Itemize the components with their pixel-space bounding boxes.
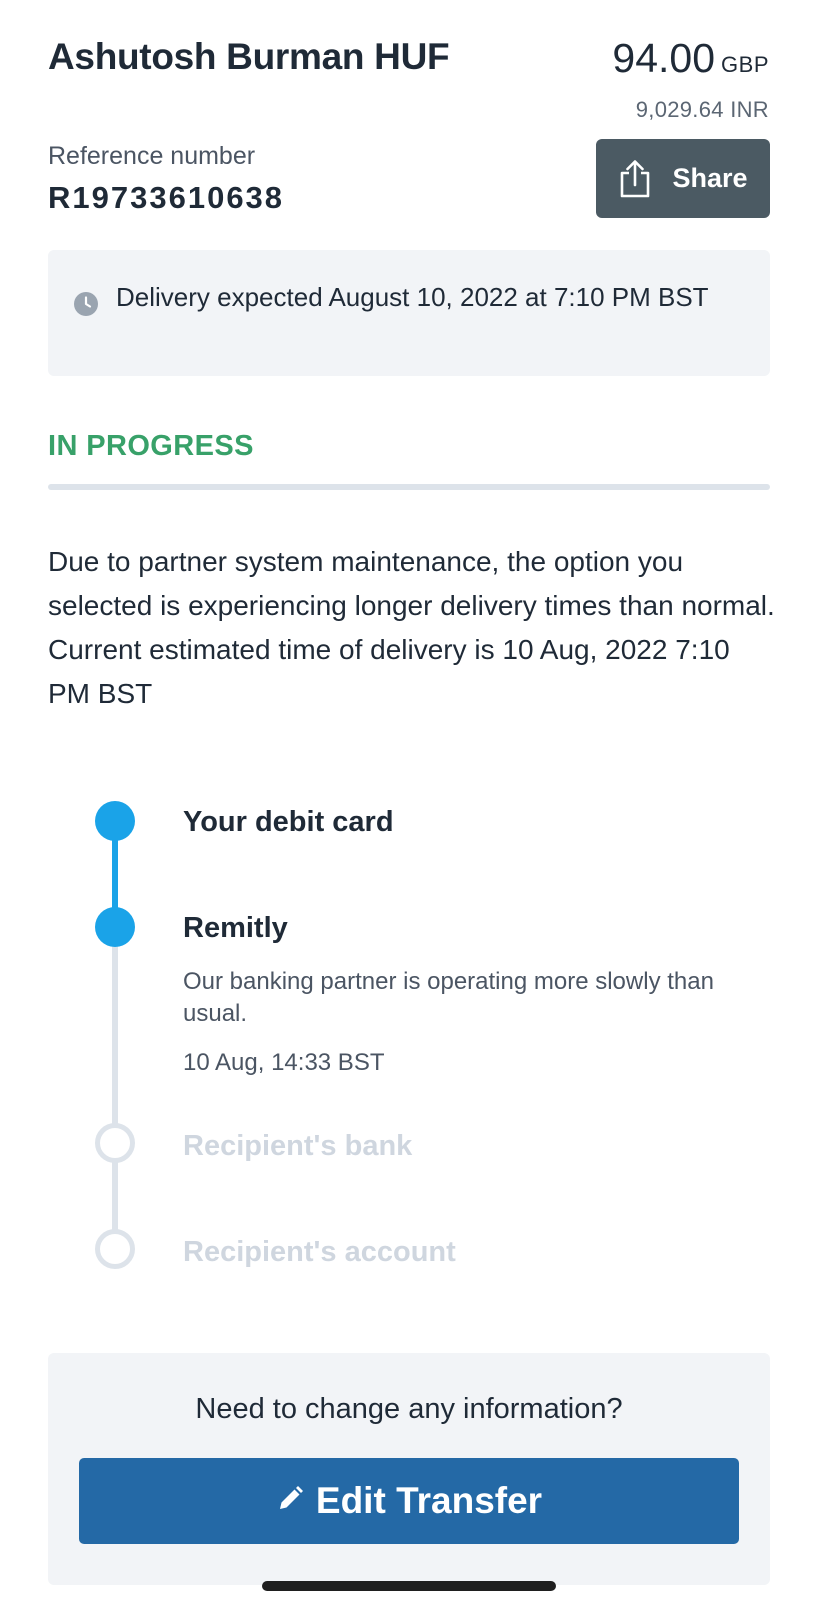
reference-number: R19733610638: [48, 180, 285, 215]
timeline-dot-pending: [95, 1123, 135, 1163]
sent-amount-currency: GBP: [721, 52, 769, 77]
timeline-dot-current: [95, 907, 135, 947]
pencil-icon: [276, 1485, 304, 1518]
received-amount: 9,029.64 INR: [635, 97, 769, 122]
timeline-dot-pending: [95, 1229, 135, 1269]
change-information-box: Need to change any information? Edit Tra…: [48, 1353, 770, 1585]
clock-icon: [74, 292, 98, 321]
delivery-estimate-text: Delivery expected August 10, 2022 at 7:1…: [116, 282, 709, 312]
share-label: Share: [672, 163, 748, 193]
timeline-step-recipient-bank: Recipient's bank: [183, 1130, 413, 1162]
share-button[interactable]: Share: [596, 139, 770, 218]
delay-notice: Due to partner system maintenance, the o…: [48, 546, 775, 709]
timeline-step-timestamp: 10 Aug, 14:33 BST: [183, 1049, 385, 1076]
reference-label: Reference number: [48, 142, 256, 170]
delivery-estimate-box: Delivery expected August 10, 2022 at 7:1…: [48, 250, 770, 376]
timeline-step-remitly: Remitly: [183, 912, 288, 944]
timeline-step-debit-card: Your debit card: [183, 806, 394, 838]
home-indicator[interactable]: [262, 1581, 556, 1591]
edit-transfer-button[interactable]: Edit Transfer: [79, 1458, 739, 1544]
change-question: Need to change any information?: [195, 1393, 623, 1425]
share-icon: [618, 159, 652, 199]
timeline-step-recipient-account: Recipient's account: [183, 1236, 456, 1268]
status-divider: [48, 484, 770, 490]
timeline-step-description: Our banking partner is operating more sl…: [183, 968, 714, 1027]
recipient-name: Ashutosh Burman HUF: [48, 36, 450, 77]
sent-amount: 94.00 GBP: [612, 36, 769, 87]
timeline-dot-completed: [95, 801, 135, 841]
sent-amount-value: 94.00: [612, 35, 716, 81]
timeline-connector-pending: [112, 945, 118, 1245]
edit-transfer-label: Edit Transfer: [315, 1480, 543, 1521]
status-label: IN PROGRESS: [48, 430, 254, 462]
amount-block: 94.00 GBP 9,029.64 INR: [612, 36, 769, 123]
